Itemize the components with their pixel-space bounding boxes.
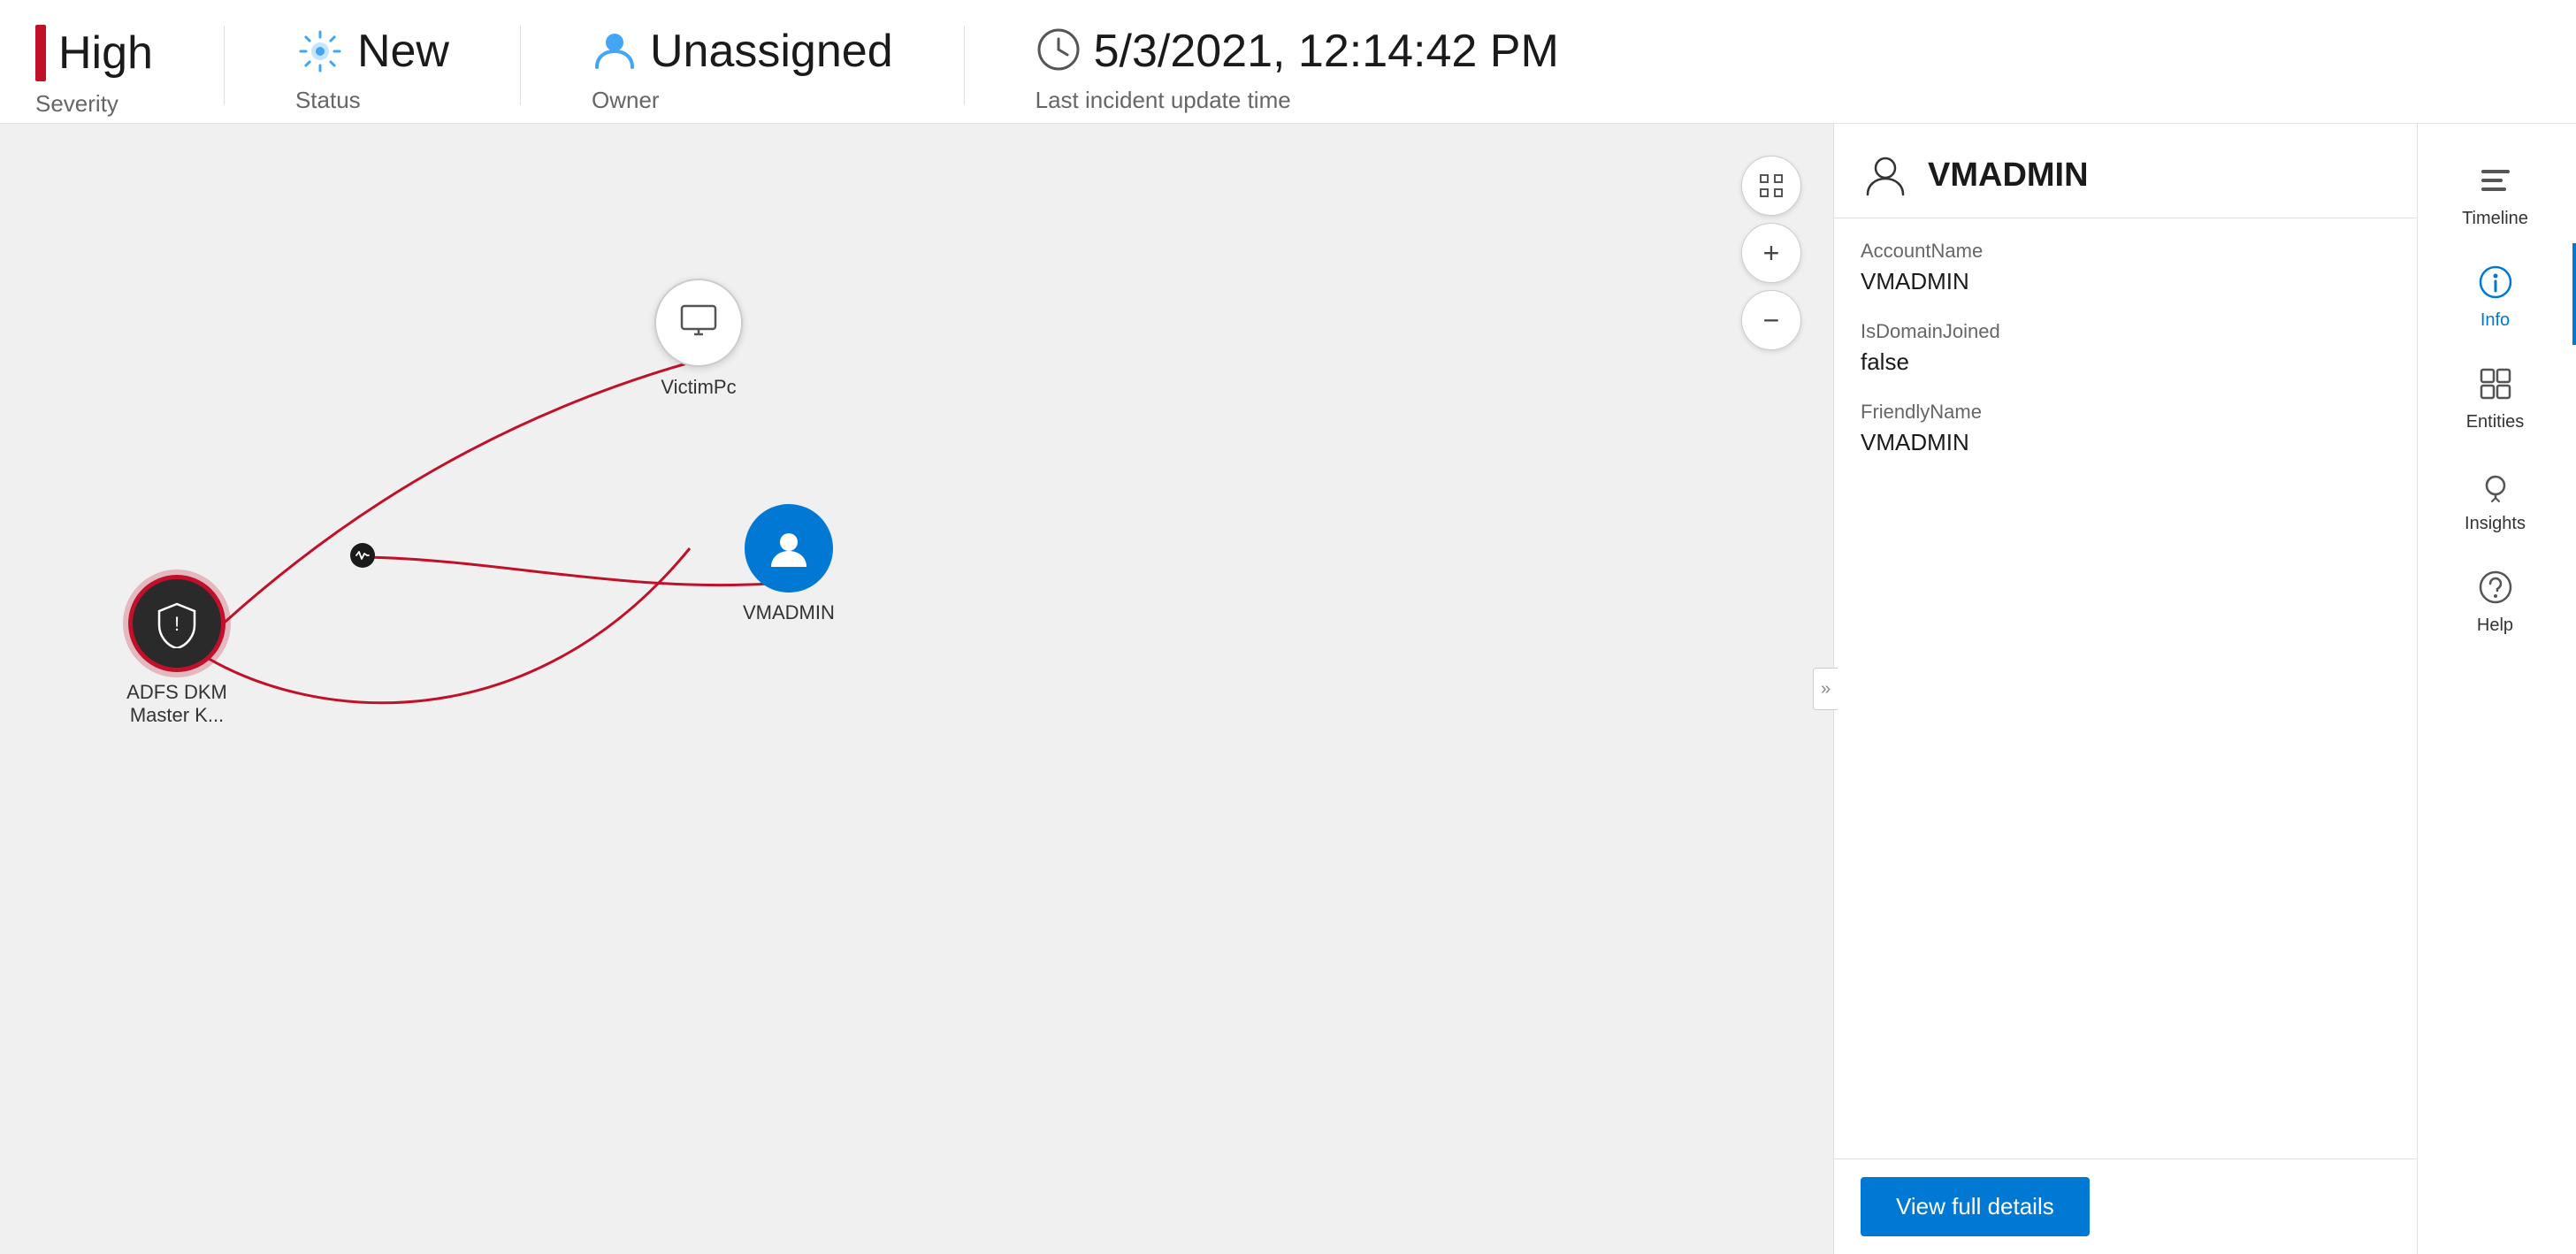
svg-text:!: ! (174, 613, 180, 635)
clock-icon (1036, 27, 1082, 77)
vmadmin-node-label: VMADMIN (743, 601, 835, 624)
sidebar-item-timeline[interactable]: Timeline (2418, 141, 2576, 243)
sidebar-item-label-timeline: Timeline (2462, 209, 2528, 229)
timestamp-item: 5/3/2021, 12:14:42 PM Last incident upda… (1036, 25, 1559, 114)
victimpc-node[interactable]: VictimPc (654, 279, 743, 399)
separator-3 (964, 26, 965, 105)
victimpc-node-label: VictimPc (661, 376, 736, 399)
sidebar-item-label-entities: Entities (2466, 412, 2525, 432)
separator-2 (520, 26, 521, 105)
status-sublabel: Status (295, 87, 449, 114)
owner-sublabel: Owner (592, 87, 893, 114)
right-panel: » VMADMIN AccountName VMADMIN IsDomainJo… (1833, 124, 2417, 1254)
graph-area[interactable]: ! ADFS DKM Master K... VictimPc (0, 124, 1833, 1254)
sidebar-item-help[interactable]: Help (2418, 548, 2576, 650)
view-full-details-button[interactable]: View full details (1861, 1177, 2090, 1236)
owner-icon (592, 27, 638, 77)
side-nav: Timeline Info E (2417, 124, 2576, 1254)
field-value-isdomainjoined: false (1861, 348, 2390, 376)
panel-field-accountname: AccountName VMADMIN (1861, 240, 2390, 295)
field-label-friendlyname: FriendlyName (1861, 401, 2390, 424)
status-item[interactable]: New Status (295, 25, 449, 114)
panel-collapse-btn[interactable]: » (1813, 668, 1838, 710)
field-value-accountname: VMADMIN (1861, 268, 2390, 295)
graph-controls: + − (1741, 156, 1801, 350)
panel-entity-icon (1861, 150, 1910, 200)
zoom-in-button[interactable]: + (1741, 223, 1801, 283)
sidebar-item-insights[interactable]: Insights (2418, 447, 2576, 548)
panel-header: VMADMIN (1834, 124, 2417, 218)
chevron-right-icon: » (1821, 679, 1831, 700)
entities-icon (2474, 363, 2517, 405)
help-icon (2474, 566, 2517, 608)
severity-item[interactable]: High Severity (35, 25, 153, 118)
graph-edges (0, 124, 1833, 1254)
owner-item[interactable]: Unassigned Owner (592, 25, 893, 114)
panel-title: VMADMIN (1928, 157, 2089, 195)
activity-dot[interactable] (350, 543, 375, 568)
sidebar-item-entities[interactable]: Entities (2418, 345, 2576, 447)
fit-button[interactable] (1741, 156, 1801, 216)
main-area: ! ADFS DKM Master K... VictimPc (0, 124, 2576, 1254)
status-label: New (357, 25, 449, 78)
timeline-icon (2474, 159, 2517, 202)
sidebar-item-label-info: Info (2480, 310, 2510, 331)
timestamp-label: 5/3/2021, 12:14:42 PM (1094, 25, 1559, 78)
vmadmin-node[interactable]: VMADMIN (743, 504, 835, 624)
alert-node[interactable]: ! ADFS DKM Master K... (97, 575, 256, 727)
zoom-out-icon: − (1763, 306, 1780, 334)
sidebar-item-label-help: Help (2477, 616, 2513, 636)
separator-1 (224, 26, 225, 105)
alert-node-label: ADFS DKM Master K... (97, 681, 256, 727)
panel-content: AccountName VMADMIN IsDomainJoined false… (1834, 218, 2417, 1158)
timestamp-sublabel: Last incident update time (1036, 87, 1559, 114)
panel-footer: View full details (1834, 1158, 2417, 1254)
status-icon (295, 27, 345, 76)
field-value-friendlyname: VMADMIN (1861, 429, 2390, 456)
field-label-isdomainjoined: IsDomainJoined (1861, 320, 2390, 343)
zoom-out-button[interactable]: − (1741, 290, 1801, 350)
sidebar-item-info[interactable]: Info (2418, 243, 2576, 345)
field-label-accountname: AccountName (1861, 240, 2390, 263)
insights-icon (2474, 464, 2517, 507)
severity-indicator (35, 25, 46, 81)
sidebar-item-label-insights: Insights (2465, 514, 2526, 534)
severity-sublabel: Severity (35, 90, 153, 118)
panel-field-isdomainjoined: IsDomainJoined false (1861, 320, 2390, 376)
severity-label: High (58, 27, 153, 80)
panel-field-friendlyname: FriendlyName VMADMIN (1861, 401, 2390, 456)
zoom-in-icon: + (1763, 239, 1780, 267)
header-bar: High Severity (0, 0, 2576, 124)
owner-label: Unassigned (650, 25, 893, 78)
info-icon (2474, 261, 2517, 303)
